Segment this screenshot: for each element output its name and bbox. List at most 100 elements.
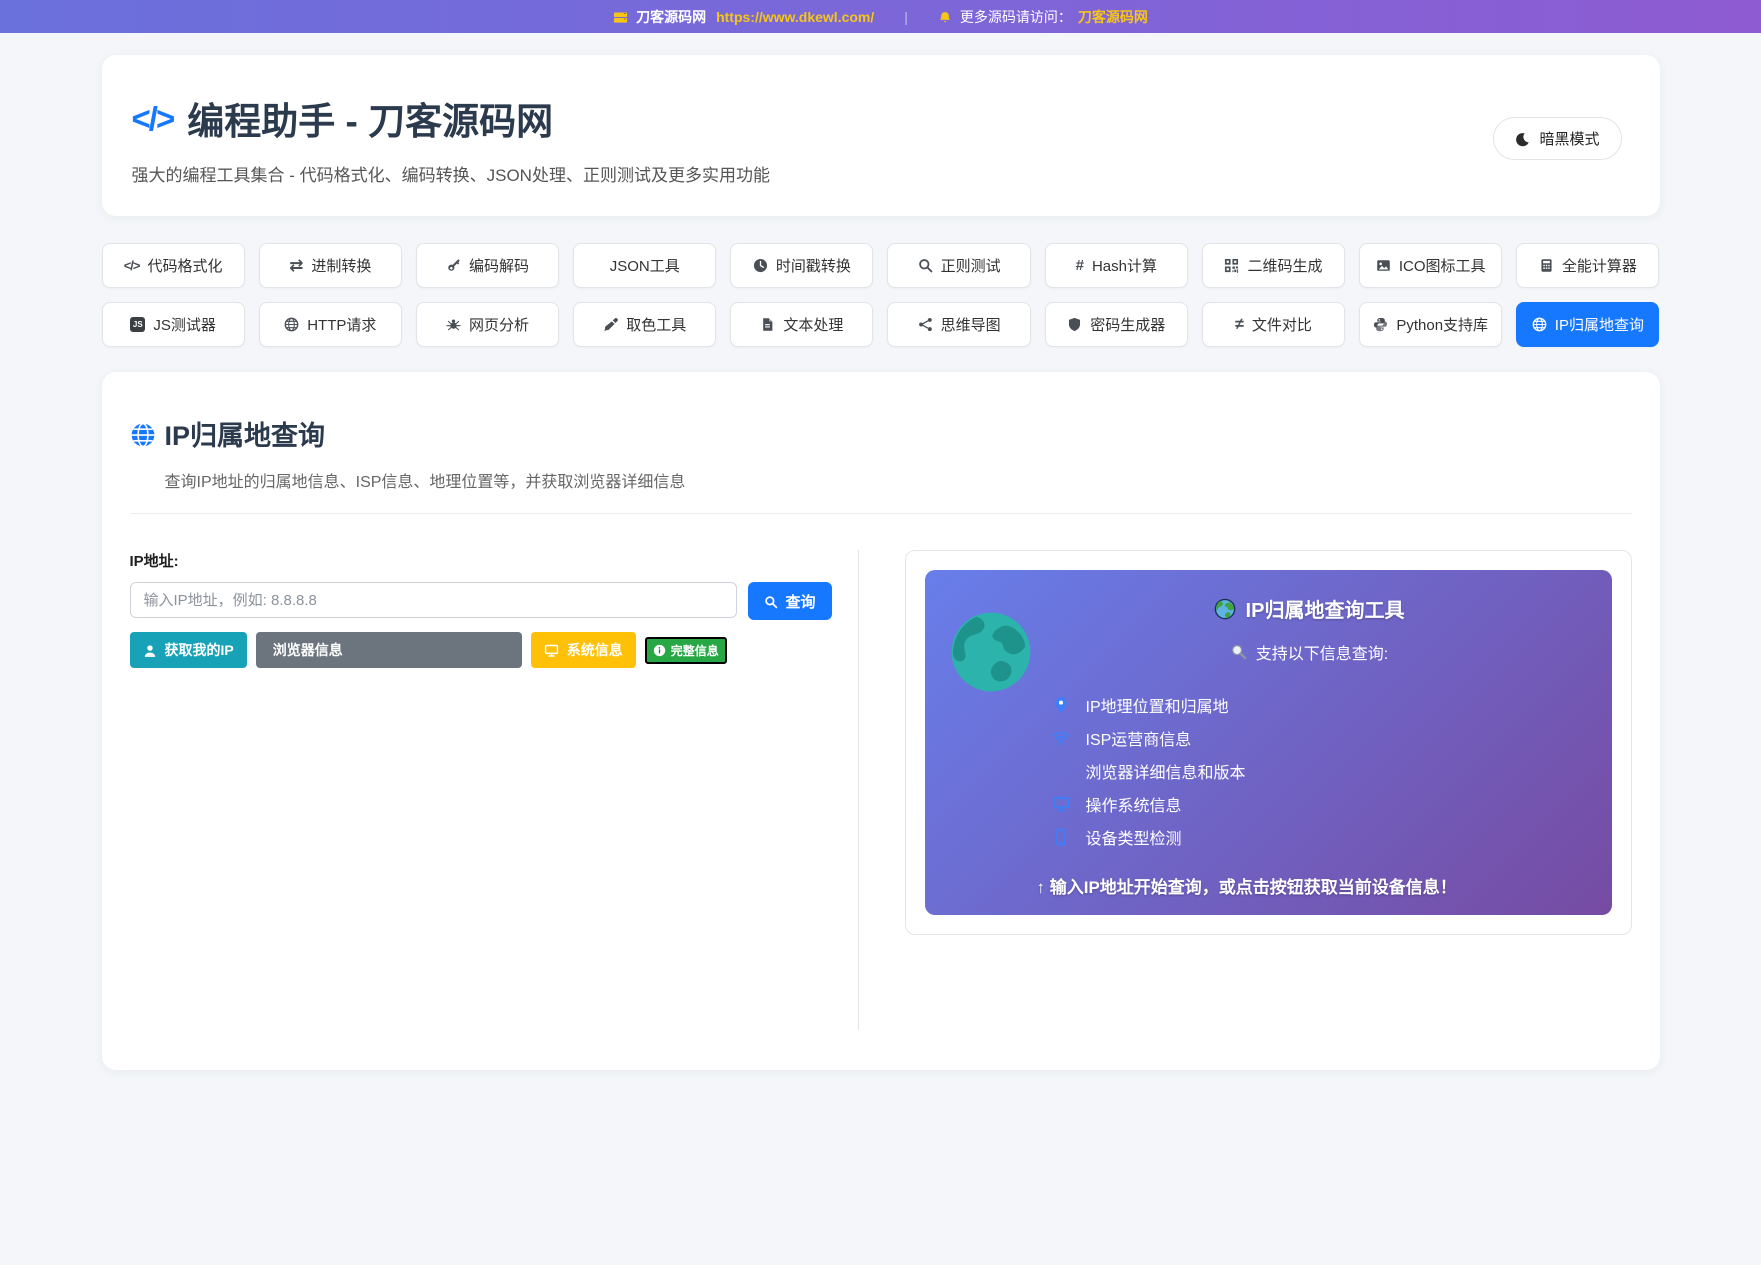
tool-button[interactable]: 编码解码 <box>415 243 560 288</box>
user-icon <box>143 642 157 658</box>
python-icon <box>1373 317 1388 332</box>
tool-button[interactable]: # Hash计算 <box>1044 243 1188 288</box>
tool-button-label: IP归属地查询 <box>1554 317 1644 334</box>
tool-button-label: 文件对比 <box>1251 317 1312 334</box>
header-card: </> 编程助手 - 刀客源码网 强大的编程工具集合 - 代码格式化、编码转换、… <box>101 55 1660 216</box>
tool-button[interactable]: JSON工具 <box>573 243 717 288</box>
calculator-icon <box>1539 258 1554 273</box>
exchange-icon: ⇄ <box>289 256 304 275</box>
tool-button[interactable]: ≠ 文件对比 <box>1201 302 1346 347</box>
feature-item: 设备类型检测 <box>1051 820 1584 853</box>
tool-button-label: 文本处理 <box>783 317 844 334</box>
tool-button[interactable]: 全能计算器 <box>1516 243 1660 288</box>
tool-button-label: JS测试器 <box>153 317 216 334</box>
tool-button-label: 网页分析 <box>468 317 529 334</box>
section-title-row: IP归属地查询 <box>130 414 1632 453</box>
topbar-promo-text: 更多源码请访问： <box>959 8 1072 25</box>
ip-lookup-card: IP归属地查询 查询IP地址的归属地信息、ISP信息、地理位置等，并获取浏览器详… <box>101 372 1660 1070</box>
info-panel-outer: IP归属地查询工具 支持以下信息查询: IP地理位置和归属地 ISP运营商信息 浏览… <box>904 550 1632 935</box>
magnifier-icon <box>1230 643 1247 661</box>
tool-button[interactable]: 时间戳转换 <box>730 243 874 288</box>
page-title: 编程助手 - 刀客源码网 <box>187 101 554 142</box>
globe-icon <box>130 418 156 449</box>
query-form: IP地址: 查询 获取我的IP 浏览器信息 <box>129 550 859 1030</box>
tool-button[interactable]: HTTP请求 <box>258 302 402 347</box>
earth-globe-icon <box>949 610 1033 694</box>
page-subtitle: 强大的编程工具集合 - 代码格式化、编码转换、JSON处理、正则测试及更多实用功… <box>131 166 770 185</box>
clock-icon <box>753 258 768 273</box>
file-icon <box>760 317 775 332</box>
notequal-icon: ≠ <box>1235 315 1244 333</box>
topbar-url-link[interactable]: https://www.dkewl.com/ <box>716 9 874 25</box>
section-divider <box>129 513 1632 514</box>
feature-item: ISP运营商信息 <box>1051 721 1584 754</box>
tool-button[interactable]: 文本处理 <box>730 302 874 347</box>
panel-footer: ↑ 输入IP地址开始查询，或点击按钮获取当前设备信息！ <box>1036 878 1457 897</box>
tool-button-label: 进制转换 <box>311 258 372 275</box>
cards-logo-icon <box>613 8 628 25</box>
tool-button[interactable]: 取色工具 <box>573 302 717 347</box>
sitemap-icon <box>918 317 933 332</box>
tool-button-label: ICO图标工具 <box>1398 258 1486 275</box>
tool-button[interactable]: IP归属地查询 <box>1516 302 1660 347</box>
tool-button-label: 正则测试 <box>940 258 1001 275</box>
tool-button-label: 全能计算器 <box>1561 258 1637 275</box>
browser-info-button[interactable]: 浏览器信息 <box>255 632 522 668</box>
panel-search-row: 支持以下信息查询: <box>1035 640 1584 664</box>
tool-button-label: 取色工具 <box>626 317 687 334</box>
tool-button-label: Hash计算 <box>1091 258 1157 275</box>
section-subtitle: 查询IP地址的归属地信息、ISP信息、地理位置等，并获取浏览器详细信息 <box>164 474 686 491</box>
tool-button-label: 二维码生成 <box>1247 258 1323 275</box>
tool-button-label: HTTP请求 <box>307 317 377 334</box>
system-info-button[interactable]: 系统信息 <box>530 632 636 668</box>
dark-mode-button[interactable]: 暗黑模式 <box>1493 117 1622 160</box>
tool-button[interactable]: </> 代码格式化 <box>101 243 245 288</box>
eyedropper-icon <box>603 317 618 332</box>
monitor-icon <box>544 642 559 659</box>
marker-icon <box>1051 696 1071 714</box>
feature-text: 操作系统信息 <box>1085 797 1182 815</box>
feature-text: 设备类型检测 <box>1085 830 1182 848</box>
tool-button-label: 时间戳转换 <box>775 258 851 275</box>
tool-button[interactable]: 密码生成器 <box>1044 302 1188 347</box>
tools-grid: </> 代码格式化 ⇄ 进制转换 编码解码 JSON工具 时间戳转换 正则测试 # Hash计算 二… <box>101 243 1660 347</box>
tool-button-label: Python支持库 <box>1396 317 1489 334</box>
system-info-label: 系统信息 <box>566 642 623 658</box>
tool-button-label: 思维导图 <box>940 317 1001 334</box>
full-info-button[interactable]: 完整信息 <box>644 636 727 664</box>
topbar: 刀客源码网 https://www.dkewl.com/ | 更多源码请访问： … <box>0 0 1761 33</box>
info-icon <box>653 643 666 657</box>
tool-button[interactable]: 正则测试 <box>887 243 1031 288</box>
query-button[interactable]: 查询 <box>748 582 832 620</box>
monitor-icon <box>1051 795 1071 813</box>
topbar-promo-link[interactable]: 刀客源码网 <box>1078 7 1148 27</box>
key-icon <box>446 258 461 273</box>
moon-icon <box>1515 130 1530 147</box>
bug-icon <box>446 317 461 332</box>
panel-title-row: IP归属地查询工具 <box>1035 594 1584 623</box>
mobile-icon <box>1051 828 1071 846</box>
query-button-label: 查询 <box>785 593 816 611</box>
topbar-site-name: 刀客源码网 <box>636 8 707 25</box>
ip-address-input[interactable] <box>129 582 738 618</box>
get-my-ip-button[interactable]: 获取我的IP <box>129 632 247 668</box>
search-icon <box>764 593 778 610</box>
tool-button[interactable]: JS JS测试器 <box>101 302 245 347</box>
tool-button[interactable]: ICO图标工具 <box>1359 243 1503 288</box>
browser-info-label: 浏览器信息 <box>272 642 343 658</box>
tool-button-label: 代码格式化 <box>147 258 223 275</box>
panel-search-label: 支持以下信息查询: <box>1255 646 1389 663</box>
code-icon: </> <box>123 258 141 273</box>
tool-button[interactable]: 网页分析 <box>415 302 560 347</box>
globe-icon <box>284 317 299 332</box>
tool-button[interactable]: 思维导图 <box>887 302 1031 347</box>
feature-list: IP地理位置和归属地 ISP运营商信息 浏览器详细信息和版本 操作系统信息 设备类型检测 <box>1035 688 1584 853</box>
tool-button[interactable]: ⇄ 进制转换 <box>258 243 402 288</box>
code-icon: </> <box>131 99 176 137</box>
tool-button[interactable]: Python支持库 <box>1359 302 1503 347</box>
tool-button[interactable]: 二维码生成 <box>1201 243 1346 288</box>
topbar-separator: | <box>904 8 908 25</box>
info-panel: IP归属地查询工具 支持以下信息查询: IP地理位置和归属地 ISP运营商信息 浏览… <box>924 570 1612 915</box>
ip-address-label: IP地址: <box>129 553 179 570</box>
feature-item: IP地理位置和归属地 <box>1051 688 1584 721</box>
